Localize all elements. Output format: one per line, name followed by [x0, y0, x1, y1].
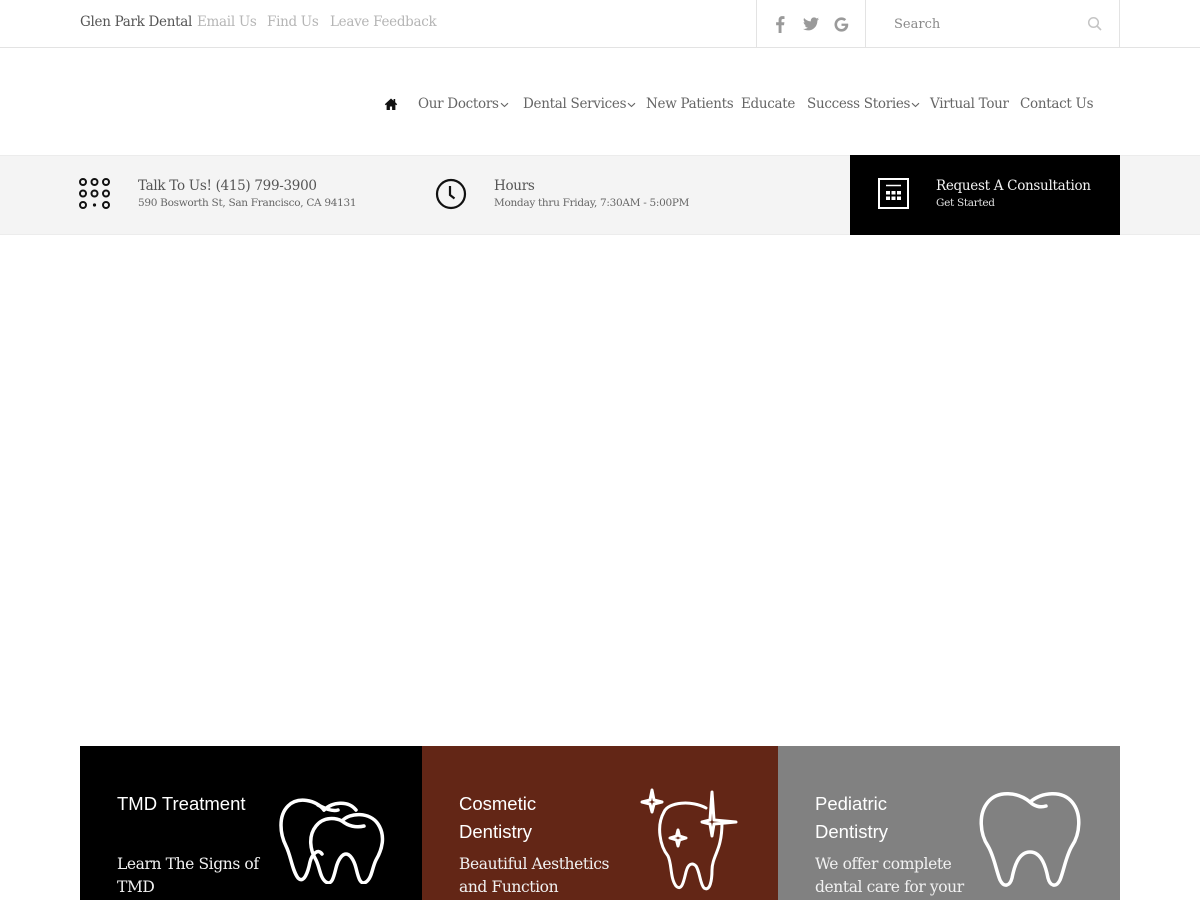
- chevron-down-icon: [911, 102, 920, 107]
- nav-our-doctors[interactable]: Our Doctors: [418, 96, 509, 112]
- search-input[interactable]: [866, 0, 1119, 48]
- hours-text: Monday thru Friday, 7:30AM - 5:00PM: [494, 197, 690, 209]
- service-title: Pediatric Dentistry: [815, 793, 888, 842]
- phone-title[interactable]: Talk To Us! (415) 799-3900: [138, 178, 317, 194]
- nav-new-patients[interactable]: New Patients: [646, 96, 734, 112]
- nav-educate[interactable]: Educate: [741, 96, 795, 112]
- search-box: [866, 0, 1120, 48]
- address-text: 590 Bosworth St, San Francisco, CA 94131: [138, 197, 357, 209]
- service-card-cosmetic[interactable]: Cosmetic Dentistry Beautiful Aesthetics …: [422, 746, 778, 900]
- tooth-icon: [979, 792, 1081, 887]
- service-card-pediatric[interactable]: Pediatric Dentistry We offer complete de…: [778, 746, 1120, 900]
- hours-title: Hours: [494, 178, 535, 194]
- consultation-title: Request A Consultation: [936, 178, 1091, 194]
- social-links: [756, 0, 866, 48]
- facebook-icon[interactable]: [769, 13, 791, 35]
- two-teeth-icon: [279, 798, 385, 884]
- main-nav: Our Doctors Dental Services New Patients…: [0, 96, 1200, 116]
- nav-dental-services[interactable]: Dental Services: [523, 96, 636, 112]
- nav-label: Dental Services: [523, 96, 627, 112]
- sparkling-tooth-icon: [640, 788, 738, 891]
- dialpad-icon: [79, 178, 110, 209]
- calculator-icon: [878, 178, 909, 209]
- service-description: Learn The Signs of TMD: [117, 855, 259, 896]
- nav-success-stories[interactable]: Success Stories: [807, 96, 920, 112]
- request-consultation-button[interactable]: Request A Consultation Get Started: [850, 155, 1120, 235]
- nav-virtual-tour[interactable]: Virtual Tour: [930, 96, 1009, 112]
- nav-label: Success Stories: [807, 96, 911, 112]
- home-icon[interactable]: [384, 97, 398, 111]
- service-title: TMD Treatment: [117, 793, 246, 814]
- top-bar: Glen Park Dental Email Us Find Us Leave …: [0, 0, 1200, 48]
- service-card-tmd[interactable]: TMD Treatment Learn The Signs of TMD: [80, 746, 422, 900]
- brand-name[interactable]: Glen Park Dental: [80, 14, 192, 30]
- nav-label: Our Doctors: [418, 96, 499, 112]
- twitter-icon[interactable]: [800, 13, 822, 35]
- clock-icon: [435, 178, 467, 210]
- service-title: Cosmetic Dentistry: [459, 793, 537, 842]
- leave-feedback-link[interactable]: Leave Feedback: [330, 14, 437, 30]
- nav-contact-us[interactable]: Contact Us: [1020, 96, 1094, 112]
- service-description: We offer complete dental care for your: [815, 855, 964, 896]
- chevron-down-icon: [500, 102, 509, 107]
- search-icon[interactable]: [1087, 16, 1103, 32]
- service-description: Beautiful Aesthetics and Function: [459, 855, 610, 896]
- consultation-subtitle: Get Started: [936, 197, 995, 209]
- chevron-down-icon: [627, 102, 636, 107]
- google-icon[interactable]: [831, 13, 853, 35]
- find-us-link[interactable]: Find Us: [267, 14, 319, 30]
- email-us-link[interactable]: Email Us: [197, 14, 257, 30]
